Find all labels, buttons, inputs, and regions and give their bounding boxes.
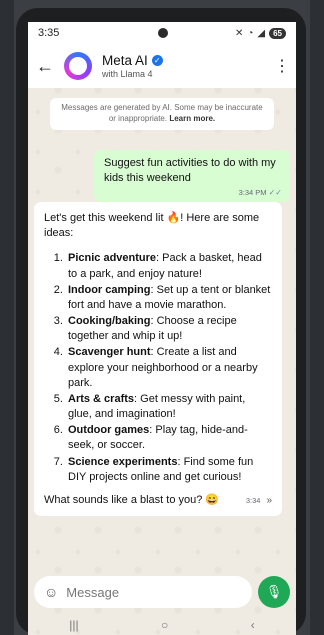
phone-frame: 3:35 ✕ ◔ ◢ 65 ← Meta AI ✓ with Llama 4 ⋮ bbox=[16, 8, 306, 635]
screen: 3:35 ✕ ◔ ◢ 65 ← Meta AI ✓ with Llama 4 ⋮ bbox=[28, 22, 296, 635]
mic-button[interactable]: 🎙 bbox=[258, 576, 290, 608]
mute-icon: ✕ bbox=[234, 27, 244, 39]
verified-icon: ✓ bbox=[151, 55, 163, 66]
back-nav-icon[interactable]: ‹ bbox=[251, 618, 255, 632]
mic-icon: 🎙 bbox=[265, 584, 283, 599]
kebab-menu-icon[interactable]: ⋮ bbox=[274, 56, 290, 76]
chevron-double-down-icon[interactable]: » bbox=[266, 494, 272, 508]
recent-apps-icon[interactable]: ||| bbox=[69, 618, 78, 632]
double-check-icon: ✓✓ bbox=[268, 187, 282, 197]
learn-more-link[interactable]: Learn more. bbox=[169, 114, 215, 123]
incoming-message[interactable]: Let's get this weekend lit 🔥! Here are s… bbox=[34, 202, 282, 517]
list-item-title: Outdoor games bbox=[68, 424, 150, 437]
meta-ai-avatar[interactable] bbox=[64, 52, 92, 80]
contact-name: Meta AI ✓ bbox=[102, 53, 264, 68]
list-item: Science experiments: Find some fun DIY p… bbox=[66, 455, 272, 485]
outgoing-time: 3:34 PM bbox=[238, 187, 267, 197]
list-item: Outdoor games: Play tag, hide-and-seek, … bbox=[66, 423, 272, 453]
list-item-title: Science experiments bbox=[68, 455, 178, 468]
status-bar: 3:35 ✕ ◔ ◢ 65 bbox=[28, 22, 296, 44]
incoming-intro: Let's get this weekend lit 🔥! Here are s… bbox=[44, 212, 260, 240]
message-input[interactable] bbox=[66, 584, 217, 600]
message-composer: ☺ 🎙 bbox=[28, 574, 296, 610]
list-item-title: Cooking/baking bbox=[68, 315, 151, 328]
message-input-pill[interactable]: ☺ bbox=[34, 576, 252, 608]
outgoing-message[interactable]: Suggest fun activities to do with my kid… bbox=[94, 150, 290, 203]
incoming-closing: What sounds like a blast to you? 😄 bbox=[44, 493, 220, 506]
activity-list: Picnic adventure: Pack a basket, head to… bbox=[66, 251, 272, 485]
contact-name-text: Meta AI bbox=[102, 53, 148, 68]
list-item-title: Scavenger hunt bbox=[68, 346, 151, 359]
outgoing-message-meta: 3:34 PM ✓✓ bbox=[104, 188, 282, 199]
avatar-ring-center bbox=[69, 57, 87, 75]
list-item-title: Indoor camping bbox=[68, 283, 151, 296]
incoming-closing-row: What sounds like a blast to you? 😄 3:34 … bbox=[44, 493, 272, 508]
home-icon[interactable]: ○ bbox=[161, 618, 168, 632]
android-nav-bar: ||| ○ ‹ bbox=[28, 614, 296, 635]
outgoing-message-text: Suggest fun activities to do with my kid… bbox=[104, 157, 276, 184]
emoji-icon[interactable]: ☺ bbox=[44, 584, 58, 600]
list-item: Indoor camping: Set up a tent or blanket… bbox=[66, 283, 272, 313]
list-item: Arts & crafts: Get messy with paint, glu… bbox=[66, 392, 272, 422]
battery-indicator: 65 bbox=[269, 27, 286, 39]
ai-disclaimer-text: Messages are generated by AI. Some may b… bbox=[61, 103, 263, 123]
status-time: 3:35 bbox=[38, 27, 60, 39]
list-item: Picnic adventure: Pack a basket, head to… bbox=[66, 251, 272, 281]
frame-right-edge bbox=[310, 0, 324, 635]
contact-info[interactable]: Meta AI ✓ with Llama 4 bbox=[102, 53, 264, 79]
wifi-icon: ◔ bbox=[247, 27, 254, 39]
front-camera bbox=[158, 28, 168, 38]
list-item-title: Picnic adventure bbox=[68, 252, 157, 265]
chat-header: ← Meta AI ✓ with Llama 4 ⋮ bbox=[28, 44, 296, 88]
incoming-message-meta: 3:34 » bbox=[246, 494, 272, 508]
frame-left-edge bbox=[0, 0, 14, 635]
list-item: Scavenger hunt: Create a list and explor… bbox=[66, 345, 272, 391]
list-item-title: Arts & crafts bbox=[68, 392, 135, 405]
list-item: Cooking/baking: Choose a recipe together… bbox=[66, 314, 272, 344]
status-icons: ✕ ◔ ◢ 65 bbox=[234, 27, 286, 39]
incoming-time: 3:34 bbox=[245, 496, 261, 506]
signal-icon: ◢ bbox=[257, 27, 266, 39]
arrow-left-icon[interactable]: ← bbox=[36, 56, 54, 77]
contact-subtitle: with Llama 4 bbox=[102, 69, 153, 79]
ai-disclaimer: Messages are generated by AI. Some may b… bbox=[50, 98, 274, 130]
